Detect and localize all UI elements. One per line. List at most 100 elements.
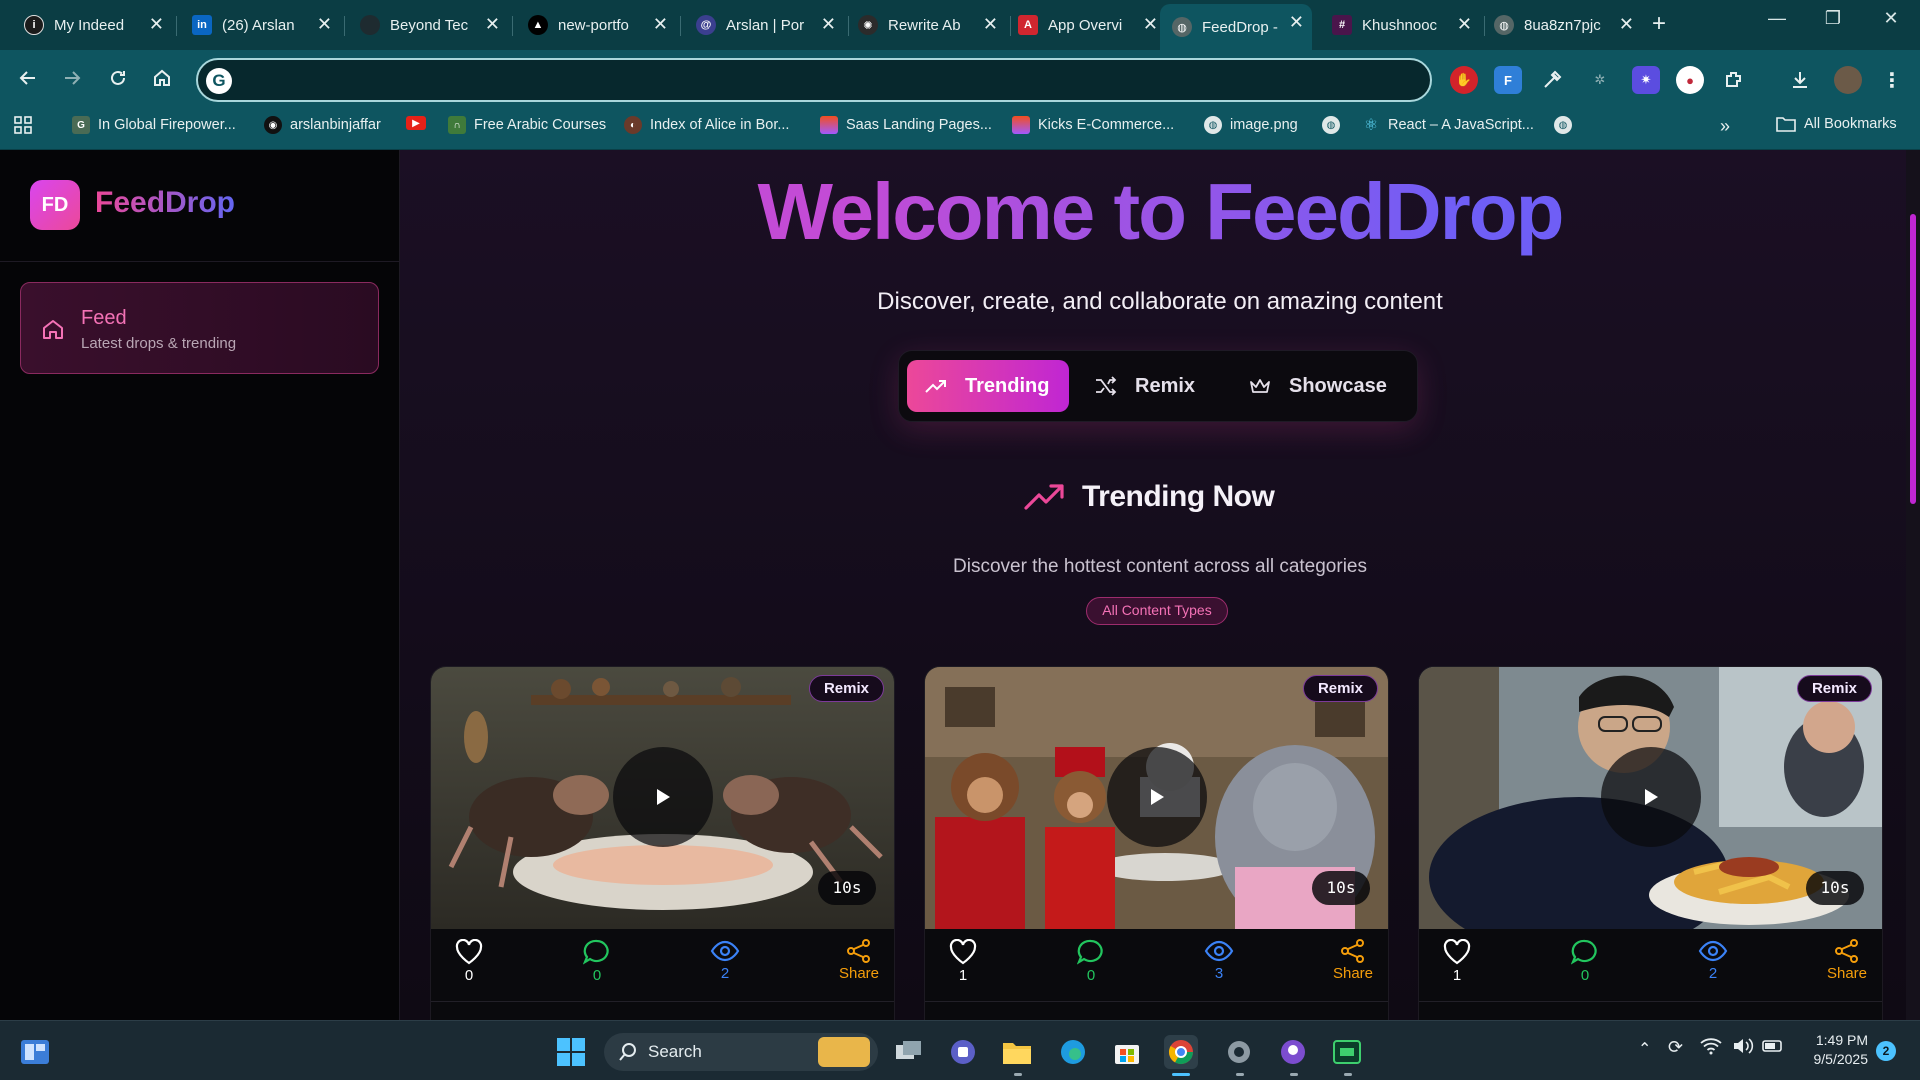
tab-trending[interactable]: Trending (907, 360, 1069, 412)
browser-tab-active[interactable]: ◍ FeedDrop - ✕ (1160, 4, 1312, 50)
close-window-button[interactable]: ✕ (1866, 8, 1916, 29)
browser-tab-3[interactable]: Beyond Tec ✕ (348, 6, 508, 44)
kebab-menu-icon[interactable]: ⋮ (1878, 66, 1906, 94)
page-scrollbar[interactable] (1906, 150, 1920, 1020)
eyedropper-extension-icon[interactable] (1538, 66, 1566, 94)
share-button[interactable]: Share (1323, 939, 1383, 982)
like-button[interactable]: 0 (439, 939, 499, 984)
task-view-icon[interactable] (892, 1035, 926, 1069)
play-button[interactable] (613, 747, 713, 847)
comment-button[interactable]: 0 (1061, 939, 1121, 984)
wifi-icon[interactable] (1700, 1037, 1722, 1060)
crown-icon (1250, 379, 1270, 393)
chrome-icon[interactable] (1164, 1035, 1198, 1069)
bookmark-item[interactable]: ◉ arslanbinjaffar (264, 116, 381, 134)
bookmark-item[interactable]: ◍ (1322, 116, 1348, 134)
bookmark-item[interactable]: ⚛ React – A JavaScript... (1362, 116, 1534, 134)
start-button[interactable] (554, 1035, 588, 1069)
back-button[interactable] (14, 64, 42, 92)
comment-button[interactable]: 0 (567, 939, 627, 984)
home-button[interactable] (148, 64, 176, 92)
taskbar-clock[interactable]: 1:49 PM 9/5/2025 (1788, 1031, 1869, 1069)
minimize-button[interactable]: — (1752, 8, 1802, 29)
bookmark-item[interactable]: ◍ image.png (1204, 116, 1298, 134)
like-button[interactable]: 1 (1427, 939, 1487, 984)
close-tab-icon[interactable]: ✕ (1619, 15, 1634, 33)
download-icon[interactable] (1786, 66, 1814, 94)
volume-icon[interactable] (1732, 1037, 1754, 1060)
video-card[interactable]: Remix 10s 1 0 3 Share (924, 666, 1389, 1020)
star-extension-icon[interactable]: ✷ (1632, 66, 1660, 94)
scrollbar-thumb[interactable] (1910, 214, 1916, 504)
notification-badge[interactable]: 2 (1876, 1041, 1896, 1061)
content-tabs: Trending Remix Showcase (898, 350, 1418, 422)
tray-chevron-icon[interactable]: ⌃ (1638, 1039, 1651, 1059)
file-explorer-icon[interactable] (1000, 1035, 1034, 1069)
extensions-puzzle-icon[interactable] (1720, 66, 1748, 94)
browser-tab-9[interactable]: # Khushnooc ✕ (1320, 6, 1480, 44)
store-icon[interactable] (1110, 1035, 1144, 1069)
profile-extension-icon[interactable]: ● (1676, 66, 1704, 94)
play-button[interactable] (1601, 747, 1701, 847)
share-button[interactable]: Share (829, 939, 889, 982)
bug-extension-icon[interactable]: ✲ (1586, 66, 1614, 94)
browser-tab-1[interactable]: i My Indeed ✕ (12, 6, 172, 44)
play-button[interactable] (1107, 747, 1207, 847)
bookmark-item[interactable]: G In Global Firepower... (72, 116, 236, 134)
browser-tab-4[interactable]: ▲ new-portfo ✕ (516, 6, 676, 44)
share-button[interactable]: Share (1817, 939, 1877, 982)
reload-button[interactable] (104, 64, 132, 92)
tab-remix[interactable]: Remix (1095, 360, 1225, 412)
widgets-icon[interactable] (18, 1035, 52, 1069)
more-bookmarks-chevron-icon[interactable]: » (1720, 116, 1730, 137)
bookmark-item[interactable]: ◍ (1554, 116, 1580, 134)
video-card[interactable]: Remix 10s 0 0 2 Share (430, 666, 895, 1020)
content-type-filter[interactable]: All Content Types (1086, 597, 1228, 625)
taskbar-search[interactable]: Search (604, 1033, 878, 1071)
bookmark-item[interactable]: ▶ (406, 116, 434, 130)
video-card[interactable]: Remix 10s 1 0 2 Share (1418, 666, 1883, 1020)
address-bar[interactable]: G (196, 58, 1432, 102)
browser-tab-2[interactable]: in (26) Arslan ✕ (180, 6, 340, 44)
sync-icon[interactable]: ⟳ (1668, 1037, 1683, 1058)
app-logo[interactable]: FD (30, 180, 80, 230)
close-tab-icon[interactable]: ✕ (485, 15, 500, 33)
portfolio-icon: @ (696, 15, 716, 35)
close-tab-icon[interactable]: ✕ (317, 15, 332, 33)
close-tab-icon[interactable]: ✕ (821, 15, 836, 33)
bookmark-item[interactable]: Saas Landing Pages... (820, 116, 992, 134)
comment-button[interactable]: 0 (1555, 939, 1615, 984)
close-tab-icon[interactable]: ✕ (149, 15, 164, 33)
adblock-extension-icon[interactable]: ✋ (1450, 66, 1478, 94)
bookmark-item[interactable]: ∩ Free Arabic Courses (448, 116, 606, 134)
browser-tab-7[interactable]: A App Overvi ✕ (1006, 6, 1166, 44)
github-desktop-icon[interactable] (1276, 1035, 1310, 1069)
tab-showcase[interactable]: Showcase (1249, 360, 1415, 412)
close-tab-icon[interactable]: ✕ (1289, 13, 1304, 31)
bookmark-item[interactable]: ◐ Index of Alice in Bor... (624, 116, 789, 134)
sidebar-item-feed[interactable]: Feed Latest drops & trending (20, 282, 379, 374)
restore-button[interactable]: ❐ (1808, 8, 1858, 29)
browser-tab-10[interactable]: ◍ 8ua8zn7pjc ✕ (1482, 6, 1642, 44)
fl-extension-icon[interactable]: F (1494, 66, 1522, 94)
address-input[interactable] (242, 66, 1402, 94)
teams-icon[interactable] (946, 1035, 980, 1069)
bookmark-item[interactable]: Kicks E-Commerce... (1012, 116, 1174, 134)
brand-name[interactable]: FeedDrop (95, 186, 235, 220)
like-button[interactable]: 1 (933, 939, 993, 984)
close-tab-icon[interactable]: ✕ (1143, 15, 1158, 33)
browser-tab-6[interactable]: ✺ Rewrite Ab ✕ (846, 6, 1006, 44)
browser-tab-5[interactable]: @ Arslan | Por ✕ (684, 6, 844, 44)
close-tab-icon[interactable]: ✕ (1457, 15, 1472, 33)
avatar[interactable] (1834, 66, 1862, 94)
apps-grid-icon[interactable] (14, 116, 32, 134)
forward-button[interactable] (58, 64, 86, 92)
all-bookmarks-button[interactable]: All Bookmarks (1776, 116, 1897, 132)
settings-gear-icon[interactable] (1222, 1035, 1256, 1069)
terminal-icon[interactable] (1330, 1035, 1364, 1069)
new-tab-button[interactable]: + (1652, 10, 1666, 38)
close-tab-icon[interactable]: ✕ (983, 15, 998, 33)
battery-icon[interactable] (1762, 1037, 1784, 1060)
edge-icon[interactable] (1056, 1035, 1090, 1069)
close-tab-icon[interactable]: ✕ (653, 15, 668, 33)
